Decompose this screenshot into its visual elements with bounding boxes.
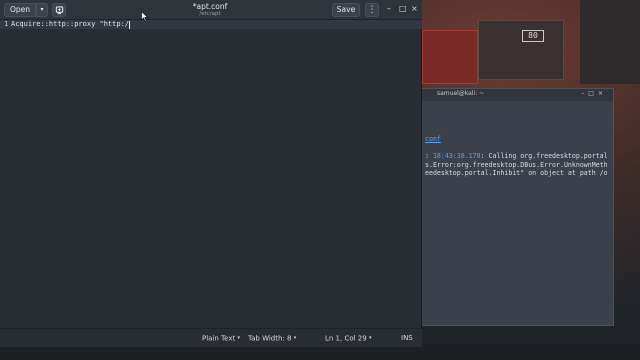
terminal-window-controls[interactable]: –□× xyxy=(581,90,607,97)
terminal-line: : 18:43:38.178: Calling org.freedesktop.… xyxy=(425,152,607,161)
terminal-maximize-icon[interactable]: □ xyxy=(588,90,598,97)
new-document-icon xyxy=(55,6,63,15)
terminal-titlebar[interactable]: samuel@kali: ~ –□× xyxy=(419,89,613,101)
line-content: Acquire::http::proxy "http:/ xyxy=(11,20,130,28)
terminal-text: eedesktop.portal.Inhibit" on object at p… xyxy=(425,169,607,177)
chevron-down-icon: ▾ xyxy=(293,335,297,341)
text-line[interactable]: Acquire::http::proxy "http:/ xyxy=(11,20,131,29)
terminal-close-icon[interactable]: × xyxy=(598,90,607,97)
insert-mode-indicator[interactable]: INS xyxy=(401,334,413,343)
chevron-down-icon: ▾ xyxy=(237,335,240,341)
cursor-position-label: Ln 1, Col 29 xyxy=(325,334,367,343)
new-document-button[interactable] xyxy=(52,3,66,17)
wallpaper-panel xyxy=(478,20,564,80)
wallpaper-red-panel xyxy=(422,30,478,84)
terminal-window[interactable]: samuel@kali: ~ –□× conf: 18:43:38.178: C… xyxy=(418,88,614,326)
maximize-icon[interactable]: □ xyxy=(399,4,407,14)
chevron-down-icon: ▾ xyxy=(368,335,372,341)
terminal-timestamp: 18:43:38.178 xyxy=(432,152,481,160)
editor-headerbar[interactable]: Open ▾ *apt.conf /etc/apt Save ⋮ – □ × xyxy=(0,0,422,20)
terminal-line: eedesktop.portal.Inhibit" on object at p… xyxy=(425,169,607,178)
terminal-output[interactable]: conf: 18:43:38.178: Calling org.freedesk… xyxy=(419,101,613,178)
menu-icon: ⋮ xyxy=(367,5,377,15)
terminal-title: samuel@kali: ~ xyxy=(437,90,485,97)
language-label: Plain Text xyxy=(202,334,236,343)
status-bar: Plain Text ▾ Tab Width: 8 ▾ Ln 1, Col 29… xyxy=(0,328,422,347)
mouse-pointer-icon xyxy=(141,11,149,22)
tab-width-label: Tab Width: 8 xyxy=(248,334,292,343)
close-icon[interactable]: × xyxy=(411,4,418,14)
minimize-icon[interactable]: – xyxy=(387,4,391,14)
chevron-down-icon: ▾ xyxy=(40,6,44,13)
terminal-text: : Calling org.freedesktop.portal. xyxy=(480,152,607,160)
main-menu-button[interactable]: ⋮ xyxy=(365,3,379,17)
terminal-filename: conf xyxy=(425,135,441,143)
wallpaper-panel xyxy=(580,0,640,84)
terminal-text: : xyxy=(425,152,433,160)
document-title: *apt.conf xyxy=(192,2,228,11)
language-selector[interactable]: Plain Text ▾ xyxy=(202,334,240,344)
line-number: 1 xyxy=(4,20,9,28)
terminal-text: s.Error:org.freedesktop.DBus.Error.Unkno… xyxy=(425,160,607,169)
save-button[interactable]: Save xyxy=(332,3,360,17)
text-caret xyxy=(129,20,131,29)
text-editor-window[interactable]: Open ▾ *apt.conf /etc/apt Save ⋮ – □ × 1… xyxy=(0,0,422,347)
terminal-line: s.Error:org.freedesktop.DBus.Error.Unkno… xyxy=(425,161,607,170)
terminal-line: conf xyxy=(425,135,607,144)
cursor-position-selector[interactable]: Ln 1, Col 29 ▾ xyxy=(325,334,371,344)
wallpaper-display-text: 80 xyxy=(522,30,544,42)
document-path: /etc/apt xyxy=(199,11,221,17)
open-recent-dropdown-button[interactable]: ▾ xyxy=(36,3,48,17)
open-button[interactable]: Open xyxy=(4,3,36,17)
tab-width-selector[interactable]: Tab Width: 8 ▾ xyxy=(248,334,296,344)
text-editing-area[interactable]: 1 Acquire::http::proxy "http:/ xyxy=(0,20,422,328)
